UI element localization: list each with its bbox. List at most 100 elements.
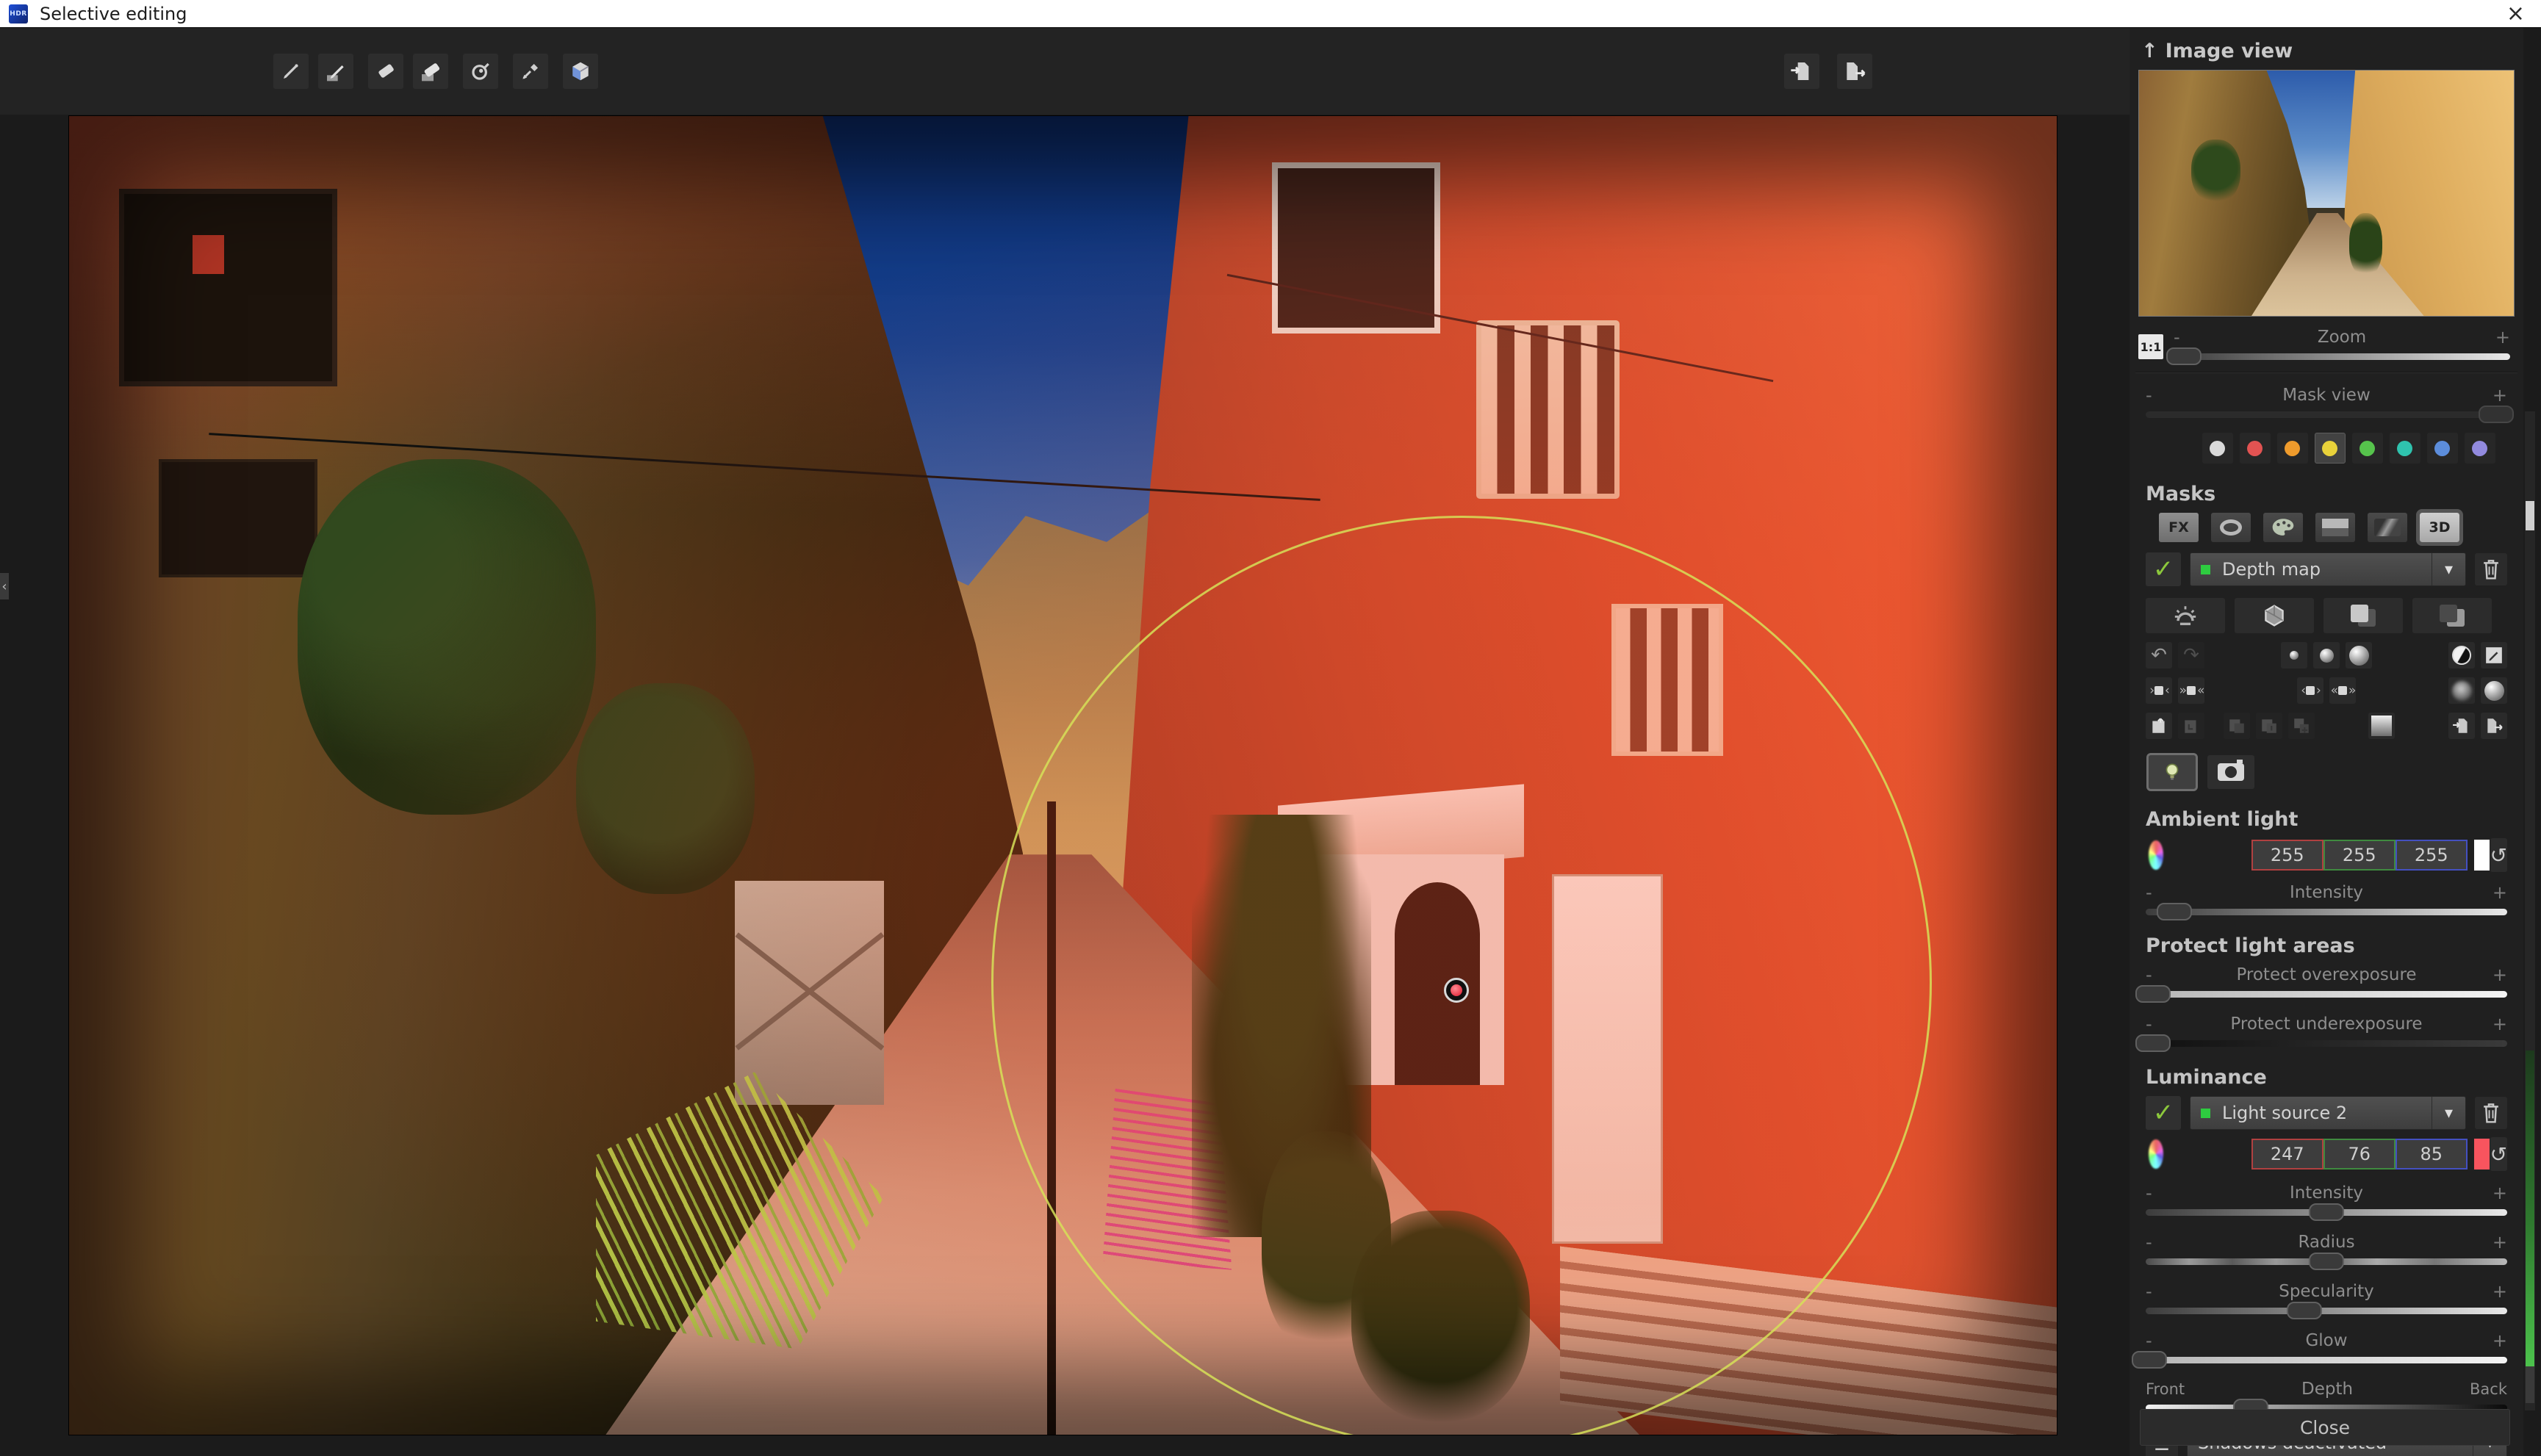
export-mask-button[interactable] [2481,713,2507,739]
protect-over-thumb[interactable] [2135,985,2171,1003]
export-settings-button[interactable] [1837,54,1872,89]
sidebar-scrollbar[interactable] [2525,411,2535,1410]
ambient-color-swatch[interactable] [2473,839,2490,871]
geometry-mode-button[interactable] [2235,598,2314,633]
protect-over-plus[interactable]: + [2490,965,2507,985]
lum-intensity-plus[interactable]: + [2490,1183,2507,1203]
radius-track[interactable] [2146,1258,2507,1265]
brush-size-small-button[interactable] [2281,642,2307,668]
import-settings-button[interactable] [1784,54,1819,89]
lum-intensity-thumb[interactable] [2309,1203,2344,1221]
delete-light-source-button[interactable] [2475,1097,2507,1129]
window-close-button[interactable]: × [2506,1,2525,26]
shrink-mask-button[interactable]: ›‹ [2146,677,2172,704]
ambient-intensity-thumb[interactable] [2157,903,2192,920]
light-source-dropdown[interactable]: Light source 2 ▾ [2190,1096,2466,1130]
ambient-reset-button[interactable]: ↺ [2490,838,2507,872]
protect-over-track[interactable] [2146,991,2507,998]
light-source-enabled-checkbox[interactable]: ✓ [2146,1096,2181,1130]
mask-type-lens-button[interactable] [2211,513,2251,542]
eraser-tool-button[interactable] [368,54,403,89]
luminance-color-wheel[interactable] [2149,1139,2163,1169]
mask-view-slider-thumb[interactable] [2479,406,2514,423]
light-radius-ellipse[interactable] [991,516,1931,1435]
specularity-minus[interactable]: - [2146,1281,2163,1302]
ambient-blue-field[interactable] [2396,840,2468,871]
paste-mask-button[interactable] [2146,713,2172,739]
specularity-track[interactable] [2146,1308,2507,1314]
mask-color-red[interactable] [2240,433,2271,464]
lum-intensity-minus[interactable]: - [2146,1183,2163,1203]
brush-fill-tool-button[interactable] [318,54,353,89]
mask-color-orange[interactable] [2277,433,2308,464]
relight-mode-button[interactable] [2146,598,2225,633]
import-mask-button[interactable] [2448,713,2475,739]
image-view-header[interactable]: ↑ Image view [2141,40,2523,62]
mask-color-yellow-selected[interactable] [2315,433,2346,464]
mask-color-green[interactable] [2352,433,2383,464]
image-preview-thumbnail[interactable] [2138,70,2515,317]
radius-thumb[interactable] [2309,1253,2344,1270]
glow-plus[interactable]: + [2490,1330,2507,1351]
mask-view-minus[interactable]: - [2146,385,2163,406]
3d-view-tool-button[interactable] [563,54,598,89]
mask-color-blue[interactable] [2427,433,2458,464]
luminance-color-swatch[interactable] [2473,1138,2490,1170]
mask-type-landscape-button[interactable] [2315,513,2355,542]
edit-mask-button[interactable] [2481,642,2507,668]
copy-mask-button[interactable] [2178,713,2204,739]
glow-track[interactable] [2146,1357,2507,1363]
grow-mask-button[interactable]: ‹› [2297,677,2323,704]
foreground-layer-button[interactable] [2323,598,2403,633]
color-picker-tool-button[interactable] [513,54,548,89]
glow-thumb[interactable] [2132,1351,2167,1369]
delete-mask-button[interactable] [2475,553,2507,585]
protect-under-minus[interactable]: - [2146,1014,2163,1034]
close-button[interactable]: Close [2140,1409,2510,1446]
dropdown-arrow-icon[interactable]: ▾ [2432,1097,2465,1129]
mask-select-dropdown[interactable]: Depth map ▾ [2190,552,2466,586]
mask-color-teal[interactable] [2390,433,2420,464]
mask-enabled-checkbox[interactable]: ✓ [2146,552,2181,586]
harden-edge-button[interactable] [2481,677,2507,704]
shrink-mask-strong-button[interactable]: »« [2178,677,2204,704]
protect-under-plus[interactable]: + [2490,1014,2507,1034]
mask-view-slider-track[interactable] [2146,411,2507,418]
dropdown-arrow-icon[interactable]: ▾ [2432,553,2465,585]
ambient-color-wheel[interactable] [2149,840,2163,870]
ambient-intensity-plus[interactable]: + [2490,882,2507,903]
luminance-green-field[interactable] [2323,1139,2396,1170]
radius-minus[interactable]: - [2146,1232,2163,1253]
image-canvas[interactable] [68,115,2057,1435]
gradient-mask-button[interactable] [2368,713,2395,739]
brush-size-large-button[interactable] [2346,642,2372,668]
mask-type-fx-button[interactable]: FX [2159,513,2199,542]
undo-button[interactable]: ↶ [2146,642,2172,668]
background-layer-button[interactable] [2412,598,2492,633]
protect-under-track[interactable] [2146,1040,2507,1047]
mask-color-purple[interactable] [2465,433,2495,464]
mask-type-texture-button[interactable] [2368,513,2407,542]
zoom-plus[interactable]: + [2493,327,2510,347]
zoom-1to1-button[interactable]: 1:1 [2138,334,2163,359]
ambient-red-field[interactable] [2251,840,2323,871]
invert-mask-button[interactable] [2448,642,2475,668]
ambient-intensity-minus[interactable]: - [2146,882,2163,903]
specularity-plus[interactable]: + [2490,1281,2507,1302]
merge-masks-button[interactable] [2288,713,2315,739]
ambient-green-field[interactable] [2323,840,2396,871]
brush-size-medium-button[interactable] [2313,642,2340,668]
glow-minus[interactable]: - [2146,1330,2163,1351]
zoom-slider-thumb[interactable] [2166,347,2202,365]
light-source-tool-button[interactable] [463,54,498,89]
copy-all-masks-button[interactable] [2224,713,2250,739]
mask-color-white[interactable] [2202,433,2233,464]
ambient-intensity-track[interactable] [2146,909,2507,915]
luminance-red-field[interactable] [2251,1139,2323,1170]
brush-tool-button[interactable] [273,54,309,89]
protect-over-minus[interactable]: - [2146,965,2163,985]
soften-edge-button[interactable] [2448,677,2475,704]
lum-intensity-track[interactable] [2146,1209,2507,1216]
scrollbar-thumb[interactable] [2526,501,2534,530]
luminance-blue-field[interactable] [2396,1139,2468,1170]
